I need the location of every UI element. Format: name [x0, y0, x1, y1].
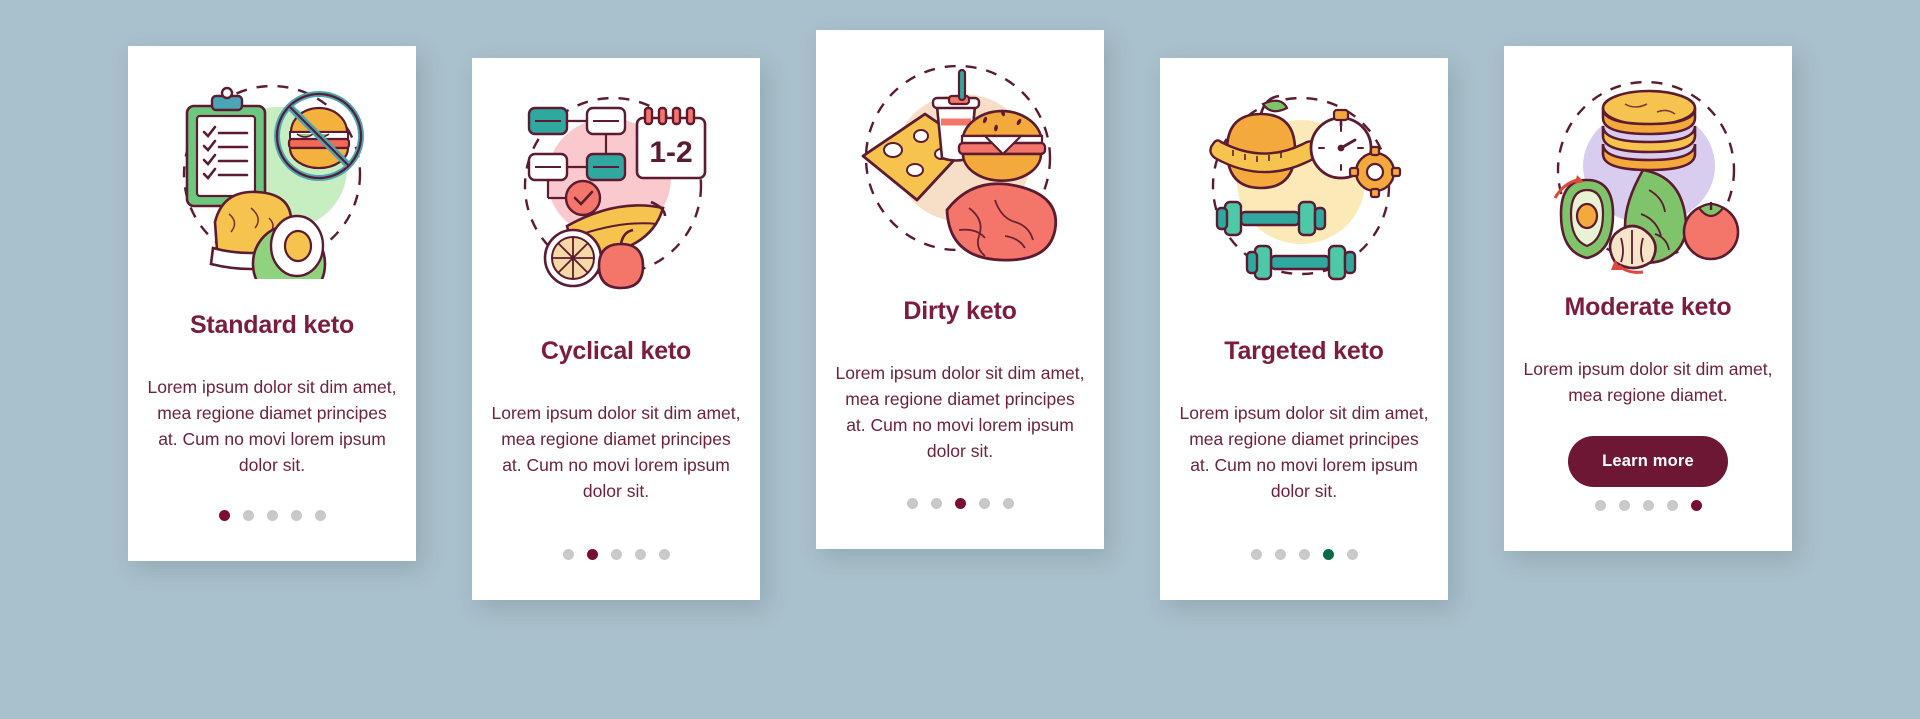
pagination-dot-5[interactable]	[658, 549, 670, 560]
pagination-dot-1[interactable]	[906, 498, 918, 509]
illustration-clipboard-checklist-no-burger-avocado-bread	[157, 74, 387, 279]
pagination-dot-1[interactable]	[1250, 549, 1262, 560]
pagination-dot-3[interactable]	[1298, 549, 1310, 560]
pagination-dot-4[interactable]	[1666, 500, 1678, 511]
learn-more-button[interactable]: Learn more	[1568, 435, 1728, 487]
card-title: Moderate keto	[1564, 292, 1732, 321]
illustration-flowchart-calendar-banana-apple-grapefruit: 1-2	[501, 86, 731, 291]
pagination-dot-4[interactable]	[290, 510, 302, 521]
pagination-dot-1[interactable]	[562, 549, 574, 560]
card-title: Targeted keto	[1224, 336, 1384, 365]
card-description: Lorem ipsum dolor sit dim amet, mea regi…	[1523, 358, 1773, 405]
pagination-dot-5[interactable]	[314, 510, 326, 521]
card-title: Dirty keto	[903, 297, 1017, 325]
card-description: Lorem ipsum dolor sit dim amet, mea regi…	[147, 377, 397, 475]
pagination-dot-4[interactable]	[978, 498, 990, 509]
pagination-dot-2[interactable]	[1618, 500, 1630, 511]
card-description: Lorem ipsum dolor sit dim amet, mea regi…	[1179, 402, 1429, 501]
card-description: Lorem ipsum dolor sit dim amet, mea regi…	[491, 402, 741, 501]
pagination-dot-5[interactable]	[1690, 500, 1702, 511]
illustration-apple-measuring-tape-stopwatch-gear-dumbbells	[1189, 86, 1419, 291]
onboarding-card-standard-keto[interactable]: Standard keto Lorem ipsum dolor sit dim …	[128, 46, 416, 561]
pagination-dot-1[interactable]	[1594, 500, 1606, 511]
pagination-dot-2[interactable]	[930, 498, 942, 509]
pagination-dot-3[interactable]	[1642, 500, 1654, 511]
illustration-pancakes-avocado-cucumber-tomato-garlic	[1533, 74, 1763, 279]
pagination-dot-2[interactable]	[242, 510, 254, 521]
pagination-dots[interactable]	[906, 498, 1014, 509]
card-title: Cyclical keto	[540, 336, 692, 365]
card-description: Lorem ipsum dolor sit dim amet, mea regi…	[835, 363, 1085, 461]
onboarding-card-cyclical-keto[interactable]: 1-2 Cyclical keto Lorem ipsum dolor sit	[472, 58, 760, 600]
pagination-dots[interactable]	[218, 510, 326, 521]
pagination-dot-2[interactable]	[586, 549, 598, 560]
pagination-dot-1[interactable]	[218, 510, 230, 521]
card-title: Standard keto	[189, 311, 355, 339]
pagination-dot-3[interactable]	[266, 510, 278, 521]
onboarding-screens-container: Standard keto Lorem ipsum dolor sit dim …	[0, 0, 1920, 719]
onboarding-card-dirty-keto[interactable]: Dirty keto Lorem ipsum dolor sit dim ame…	[816, 30, 1104, 549]
pagination-dot-4[interactable]	[634, 549, 646, 560]
pagination-dot-4[interactable]	[1322, 549, 1334, 560]
pagination-dots[interactable]	[562, 549, 670, 560]
pagination-dot-5[interactable]	[1346, 549, 1358, 560]
calendar-label: 1-2	[649, 136, 692, 169]
pagination-dot-5[interactable]	[1002, 498, 1014, 509]
pagination-dot-3[interactable]	[954, 498, 966, 509]
onboarding-card-targeted-keto[interactable]: Targeted keto Lorem ipsum dolor sit dim …	[1160, 58, 1448, 600]
pagination-dots[interactable]	[1250, 549, 1358, 560]
illustration-cheese-soda-burger-steak	[845, 58, 1075, 263]
onboarding-card-moderate-keto[interactable]: Moderate keto Lorem ipsum dolor sit dim …	[1504, 46, 1792, 551]
pagination-dots[interactable]	[1594, 500, 1702, 511]
pagination-dot-2[interactable]	[1274, 549, 1286, 560]
pagination-dot-3[interactable]	[610, 549, 622, 560]
